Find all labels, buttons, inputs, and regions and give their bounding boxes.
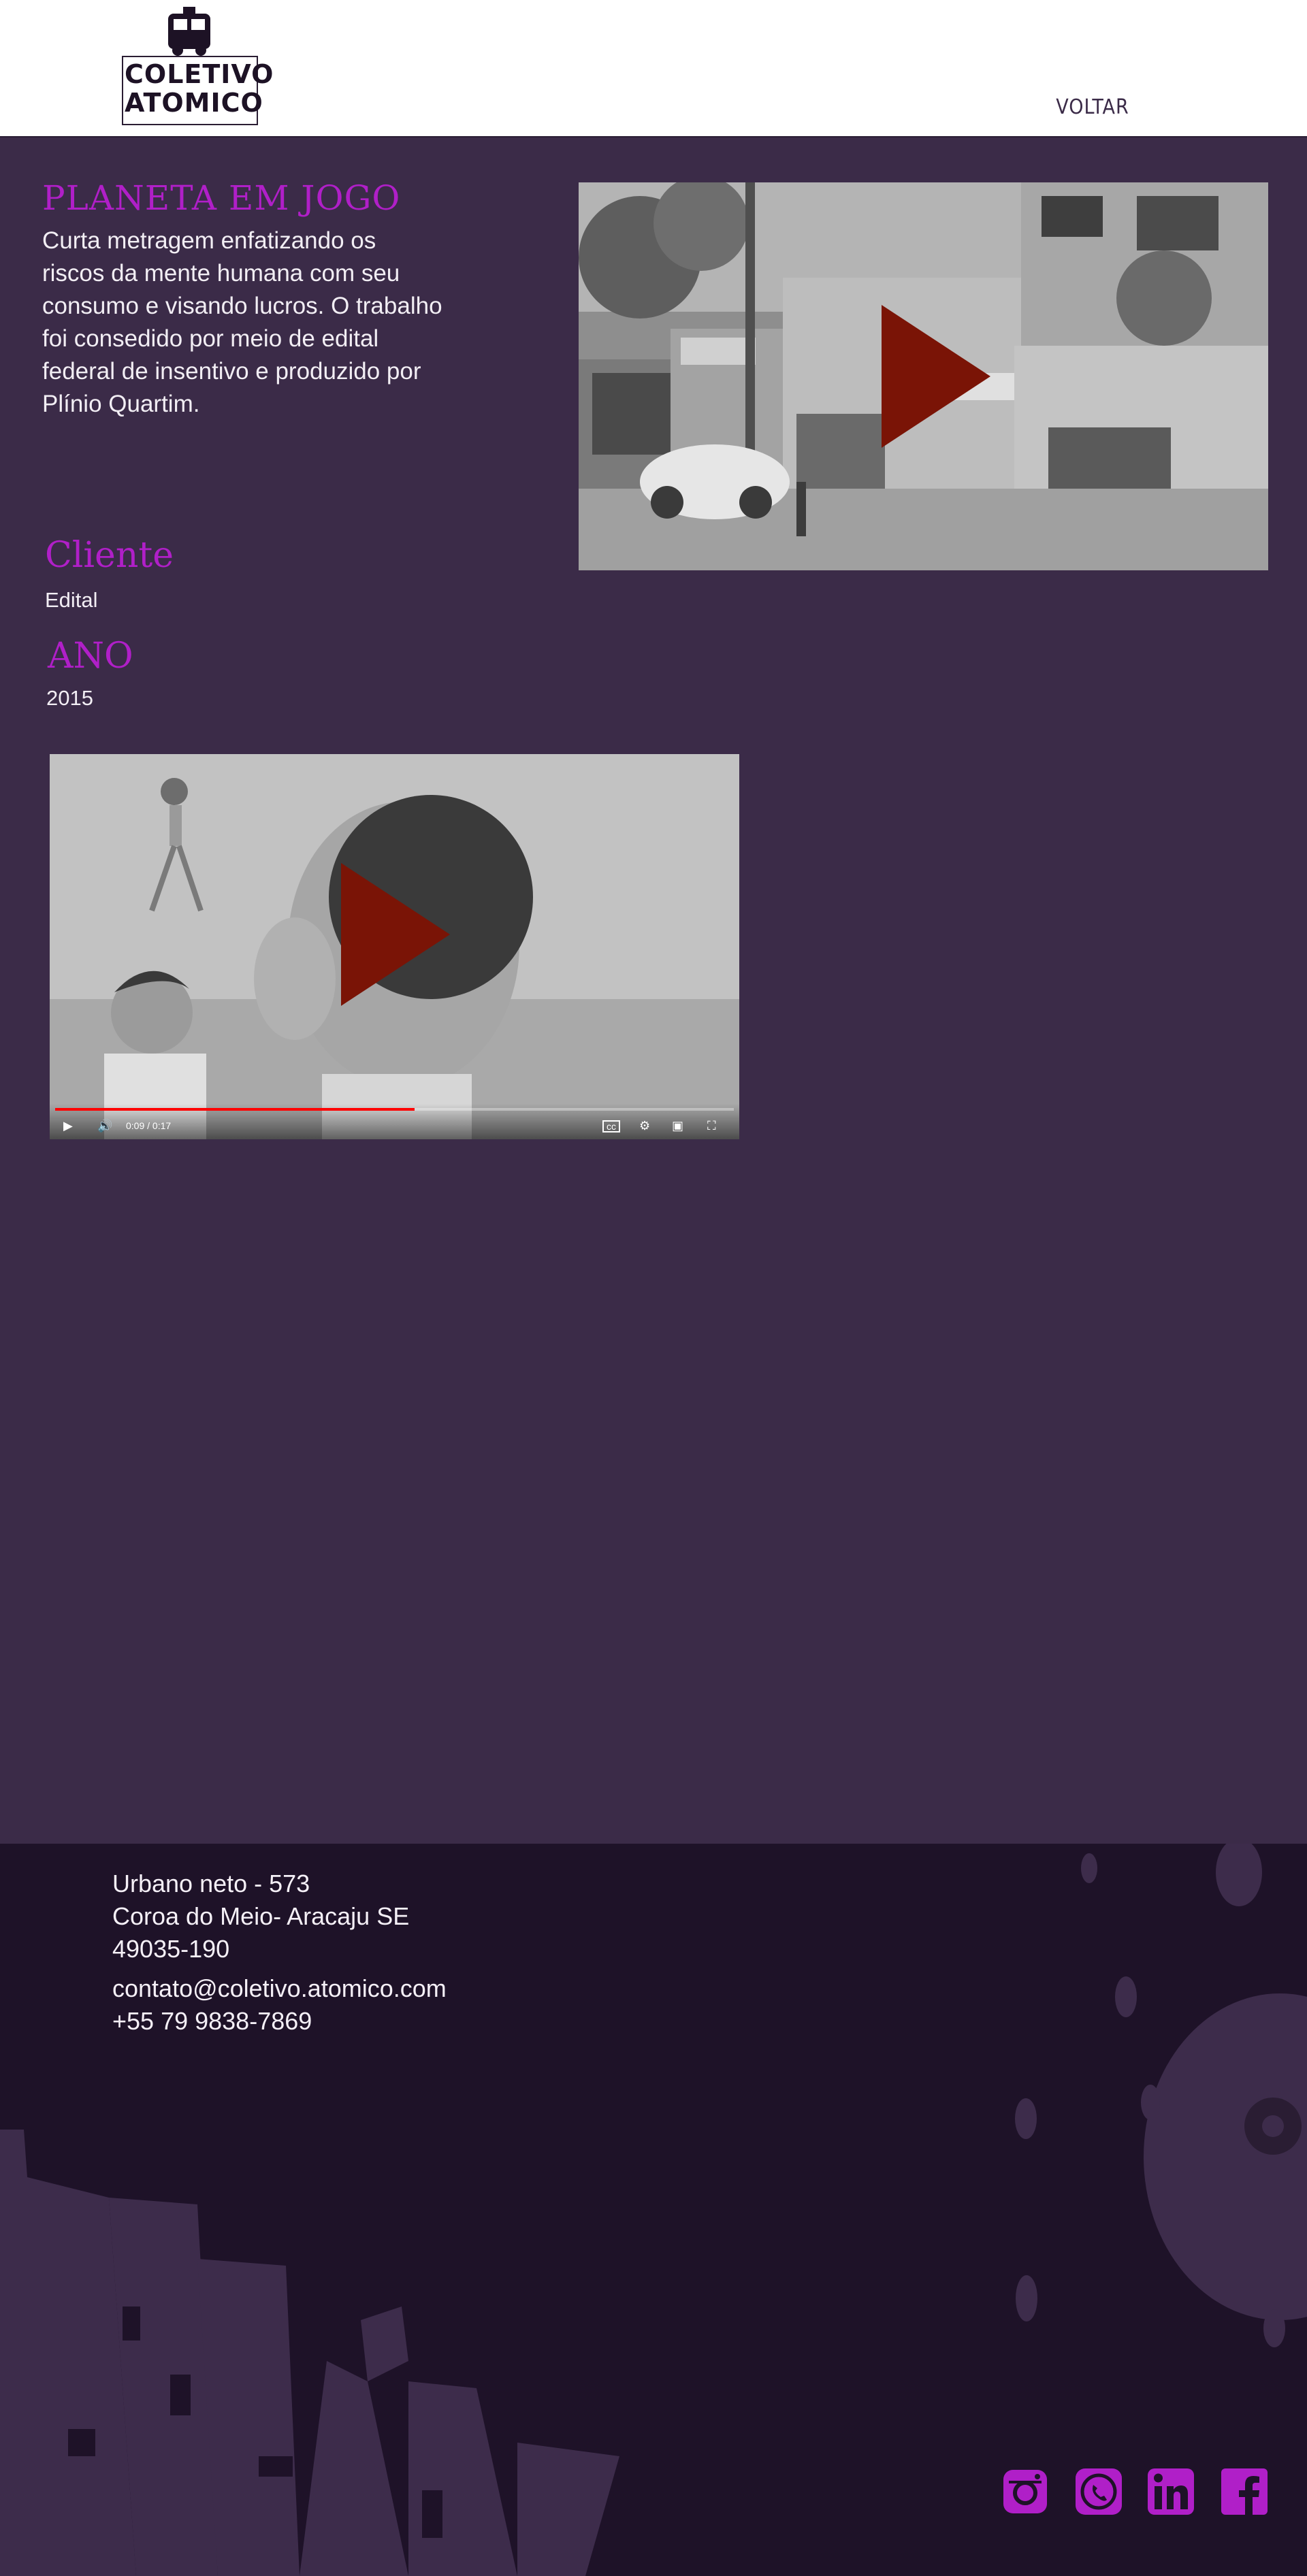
client-value: Edital [45, 588, 98, 612]
play-button[interactable] [341, 863, 450, 1006]
video-time: 0:09 / 0:17 [126, 1120, 172, 1131]
facebook-icon[interactable] [1221, 2468, 1268, 2515]
footer-address-line1: Urbano neto - 573 [112, 1870, 310, 1897]
linkedin-icon[interactable] [1148, 2468, 1194, 2515]
video-controls: ▶ 🔊 0:09 / 0:17 cc ⚙ ▣ ⛶ [50, 1104, 739, 1139]
footer-email[interactable]: contato@coletivo.atomico.com [112, 1972, 447, 2005]
whatsapp-icon[interactable] [1076, 2468, 1122, 2515]
footer-address-line2: Coroa do Meio- Aracaju SE [112, 1902, 410, 1930]
volume-icon[interactable]: 🔊 [97, 1118, 112, 1134]
play-button[interactable] [882, 305, 990, 448]
year-label: ANO [48, 636, 133, 676]
progress-bar[interactable] [55, 1108, 734, 1111]
client-label: Cliente [45, 535, 174, 576]
coletivo-atomico-logo[interactable]: COLETIVO ATOMICO [120, 5, 274, 128]
instagram-icon[interactable] [1002, 2468, 1048, 2515]
footer-address-line3: 49035-190 [112, 1935, 230, 1963]
back-link[interactable]: VOLTAR [1048, 95, 1137, 119]
year-value: 2015 [46, 686, 93, 710]
footer-phone: +55 79 9838-7869 [112, 2007, 312, 2035]
site-header: COLETIVO ATOMICO VOLTAR [0, 0, 1307, 137]
play-icon[interactable]: ▶ [63, 1118, 73, 1134]
project-description: Curta metragem enfatizando os riscos da … [42, 227, 442, 417]
project-title: PLANETA EM JOGO [42, 178, 401, 218]
logo-text: COLETIVO ATOMICO [125, 59, 274, 118]
settings-gear-icon[interactable]: ⚙ [639, 1118, 650, 1134]
logo-bus-icon [168, 7, 210, 56]
miniplayer-icon[interactable]: ▣ [672, 1118, 683, 1134]
progress-fill [55, 1108, 415, 1111]
planeta-em-jogo-video-player[interactable]: ▶ 🔊 0:09 / 0:17 cc ⚙ ▣ ⛶ [50, 754, 739, 1139]
subtitles-icon[interactable]: cc [602, 1120, 620, 1132]
street-illustration-video[interactable] [579, 182, 1268, 570]
fullscreen-icon[interactable]: ⛶ [707, 1118, 716, 1134]
